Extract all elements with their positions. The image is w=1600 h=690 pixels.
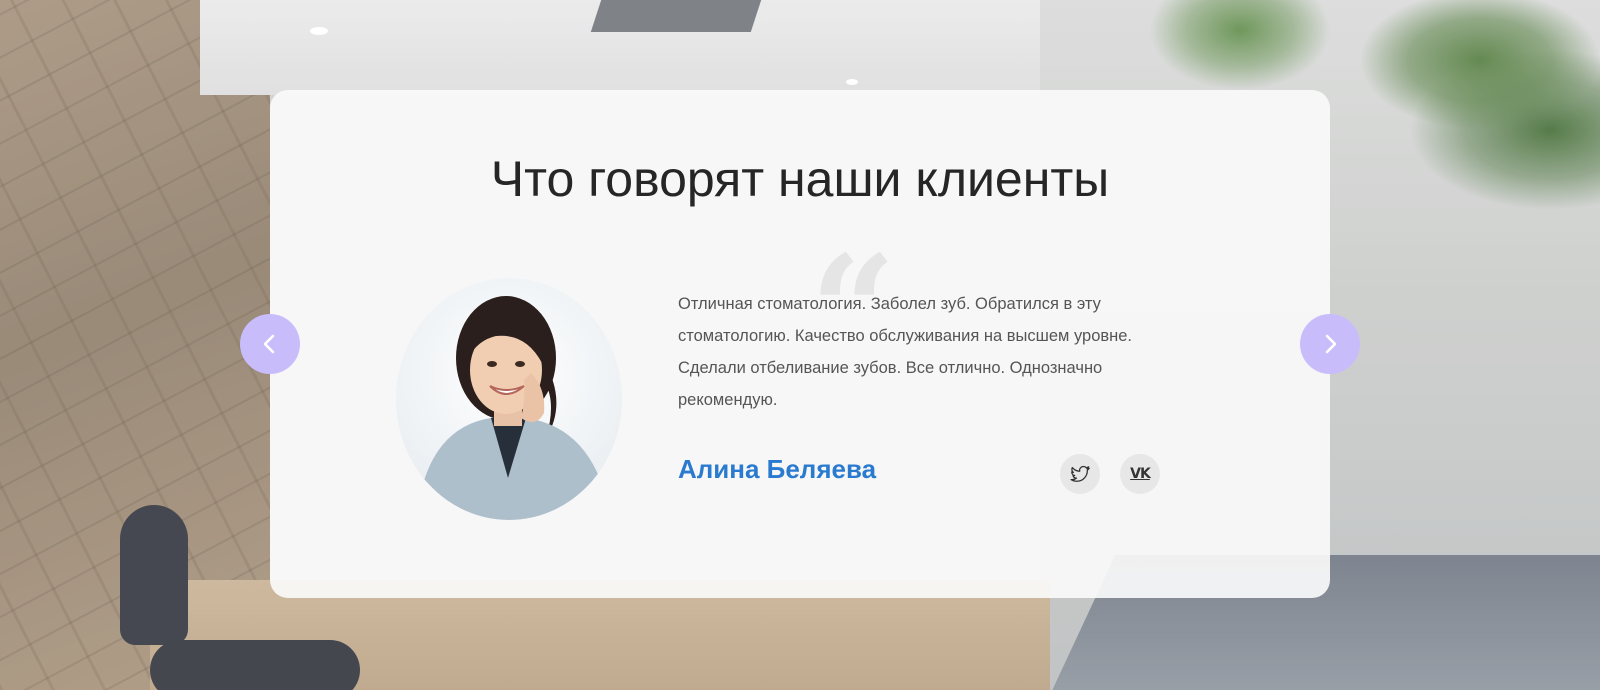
avatar — [396, 278, 622, 520]
testimonial-author: Алина Беляева — [678, 454, 877, 484]
chevron-right-icon — [1325, 334, 1337, 354]
vk-button[interactable]: VK — [1120, 454, 1160, 494]
vk-icon: VK — [1130, 466, 1151, 482]
client-photo — [416, 296, 611, 520]
prev-slide-button[interactable] — [240, 314, 300, 374]
twitter-button[interactable] — [1060, 454, 1100, 494]
chevron-left-icon — [263, 334, 275, 354]
twitter-icon — [1070, 465, 1090, 482]
section-title: Что говорят наши клиенты — [490, 151, 1110, 207]
testimonial-text: Отличная стоматология. Заболел зуб. Обра… — [678, 295, 1133, 409]
next-slide-button[interactable] — [1300, 314, 1360, 374]
